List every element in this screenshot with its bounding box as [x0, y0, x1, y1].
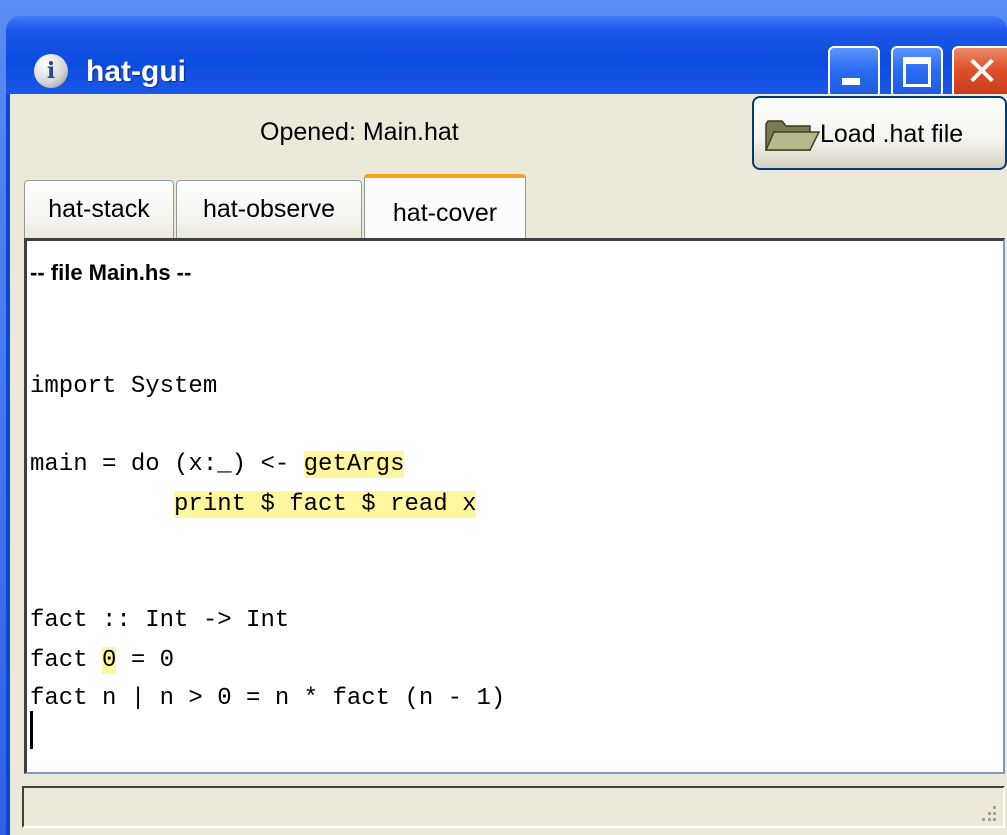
- minimize-button[interactable]: [828, 46, 880, 98]
- code-text: main = do (x:_) <-: [30, 451, 304, 478]
- tab-hat-cover[interactable]: hat-cover: [364, 174, 526, 240]
- coverage-highlight: getArgs: [303, 451, 405, 478]
- coverage-highlight: print $ fact $ read x: [174, 491, 477, 518]
- maximize-icon: [903, 57, 931, 87]
- code-line-main: main = do (x:_) <- getArgs: [30, 447, 405, 483]
- code-line-print: print $ fact $ read x: [30, 487, 477, 523]
- file-header: -- file Main.hs --: [30, 260, 192, 285]
- status-bar: [22, 786, 1005, 828]
- minimize-icon: [842, 78, 860, 85]
- info-icon: i: [34, 54, 68, 88]
- close-button[interactable]: ✕: [952, 46, 1007, 98]
- code-line-fact-signature: fact :: Int -> Int: [30, 607, 290, 634]
- load-button-label: Load .hat file: [820, 120, 964, 148]
- code-view[interactable]: -- file Main.hs -- import System main = …: [24, 238, 1005, 774]
- code-line-import: import System: [30, 373, 218, 400]
- title-bar[interactable]: i hat-gui ✕: [6, 16, 1007, 98]
- resize-grip-icon[interactable]: [979, 804, 997, 822]
- tab-hat-observe[interactable]: hat-observe: [176, 180, 362, 238]
- close-icon: ✕: [965, 49, 999, 95]
- coverage-highlight: 0: [102, 647, 117, 674]
- code-line-fact-recursive: fact n | n > 0 = n * fact (n - 1): [30, 685, 506, 712]
- opened-file-label: Opened: Main.hat: [260, 118, 459, 146]
- load-hat-file-button[interactable]: Load .hat file: [752, 96, 1007, 170]
- code-text: = 0: [116, 647, 175, 674]
- code-line-fact-base: fact 0 = 0: [30, 643, 174, 679]
- folder-icon: [764, 120, 820, 151]
- code-text: fact: [30, 647, 103, 674]
- tab-hat-stack[interactable]: hat-stack: [24, 180, 174, 238]
- app-window: i hat-gui ✕ Opened: Main.hat Load .hat f…: [0, 0, 1007, 835]
- window-title: hat-gui: [86, 55, 186, 88]
- maximize-button[interactable]: [891, 46, 943, 98]
- text-caret: [30, 711, 33, 749]
